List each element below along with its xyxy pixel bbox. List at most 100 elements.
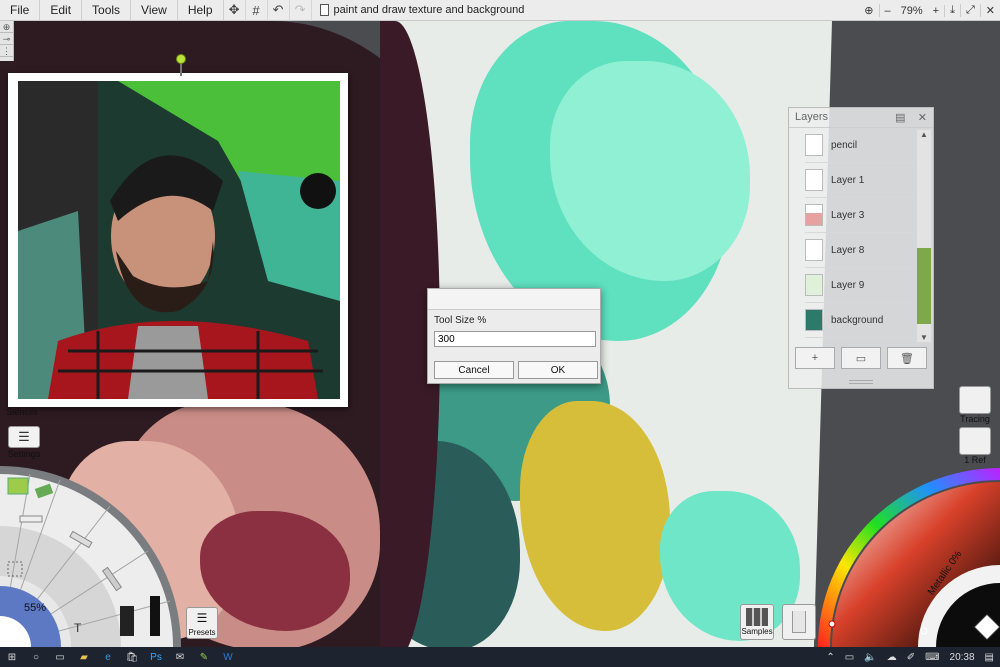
layer-thumbnail [805,239,823,261]
move-icon[interactable]: ✥ [224,0,246,21]
layer-row[interactable]: pencil [805,128,915,163]
edge-icon[interactable]: e [96,647,120,667]
pin-stem [180,62,182,76]
scroll-up-icon[interactable]: ▲ [917,130,931,139]
search-icon[interactable]: ○ [24,647,48,667]
tool-size-input[interactable] [434,331,596,347]
file-explorer-icon[interactable]: ▰ [72,647,96,667]
layers-close-icon[interactable]: ✕ [918,112,927,124]
layer-name: Layer 9 [831,279,865,291]
network-icon[interactable]: ☁ [887,652,897,663]
layers-scrollbar[interactable]: ▲ ▼ [917,130,931,342]
menu-view[interactable]: View [131,0,178,21]
paint-stroke [660,491,800,641]
add-layer-button[interactable]: + [795,347,835,369]
sliders-icon: ☰ [8,426,40,448]
artrage-icon[interactable]: ✎ [192,647,216,667]
close-icon[interactable]: ✕ [981,4,1000,17]
samples-label: Samples [741,627,773,636]
layers-panel: Layers ▤ ✕ pencil Layer 1 Layer 3 Layer … [788,107,934,389]
menu-edit[interactable]: Edit [40,0,83,21]
photoshop-icon[interactable]: Ps [144,647,168,667]
panel-grip[interactable] [849,380,873,384]
clock[interactable]: 20:38 [950,652,975,663]
export-icon[interactable]: ⤓ [945,4,961,17]
samples-button[interactable]: Samples [740,604,774,640]
layer-row[interactable]: Layer 1 [805,163,915,198]
pin-icon [959,427,991,455]
zoom-controls: ⊕ – 79% + ⤓ ⤢ ✕ [859,0,1000,21]
zoom-out-button[interactable]: – [880,5,896,17]
cup-icon[interactable] [782,604,816,640]
chevron-up-icon[interactable]: ⌃ [826,652,834,663]
presets-button[interactable]: ☰ Presets [186,607,218,639]
document-title: paint and draw texture and background [319,4,524,16]
layer-name: Layer 8 [831,244,865,256]
grid-icon[interactable]: # [246,0,268,21]
reference-label: 1 Ref [964,455,986,465]
layer-row[interactable]: Layer 3 [805,198,915,233]
redo-icon[interactable]: ↷ [290,0,312,21]
pen-icon[interactable]: ✐ [907,652,915,663]
add-pin-icon[interactable]: ⊕ [0,21,13,33]
pin-tools: ⊕ ⊸ ⋮ [0,21,14,61]
reference-button[interactable]: 1 Ref [958,427,992,465]
stencils-label: Stencils [6,407,38,417]
layer-thumbnail [805,204,823,226]
layer-row[interactable]: Layer 8 [805,233,915,268]
zoom-value: 79% [900,4,923,17]
tool-size-label: Tool Size % [434,315,487,326]
pin-menu-icon[interactable]: ⋮ [0,45,13,57]
dialog-titlebar[interactable] [428,289,600,310]
task-view-icon[interactable]: ▭ [48,647,72,667]
ok-button[interactable]: OK [518,361,598,379]
battery-icon[interactable]: ▭ [845,652,854,663]
layers-header: Layers ▤ ✕ [789,108,933,128]
scroll-down-icon[interactable]: ▼ [917,333,931,342]
artrage-window: File Edit Tools View Help ✥ # ↶ ↷ paint … [0,0,1000,667]
fullscreen-icon[interactable]: ⤢ [961,4,981,17]
text-tool-icon[interactable]: T [74,621,81,635]
layer-thumbnail [805,274,823,296]
color-picker[interactable]: Metallic 0% [818,468,1000,647]
menu-tools[interactable]: Tools [82,0,132,21]
pin-icon[interactable] [176,54,186,64]
layer-thumbnail [805,169,823,191]
reference-image[interactable] [8,73,348,407]
tracing-button[interactable]: Tracing [958,386,992,424]
layer-row[interactable]: Layer 9 [805,268,915,303]
trash-icon[interactable]: 🗑 [887,347,927,369]
settings-button[interactable]: ☰ Settings [6,426,42,459]
samples-icon [746,608,768,626]
menu-file[interactable]: File [0,0,41,21]
tool-picker[interactable]: 55% T [0,466,185,648]
layer-row[interactable]: background [805,303,915,338]
cancel-button[interactable]: Cancel [434,361,514,379]
layer-name: Layer 1 [831,174,865,186]
zoom-fit-icon[interactable]: ⊕ [859,4,880,17]
stencils-button[interactable]: Stencils [6,407,42,417]
tracing-label: Tracing [960,414,990,424]
windows-start-icon[interactable]: ⊞ [0,647,24,667]
scrollbar-thumb[interactable] [917,248,931,324]
layer-name: pencil [831,139,858,151]
layers-header-icons: ▤ ✕ [895,111,927,124]
menu-help[interactable]: Help [178,0,224,21]
undo-icon[interactable]: ↶ [268,0,290,21]
mail-icon[interactable]: ✉ [168,647,192,667]
keyboard-icon[interactable]: ⌨ [925,652,939,663]
taskbar: ⊞ ○ ▭ ▰ e 🛍 Ps ✉ ✎ W ⌃ ▭ 🔈 ☁ ✐ ⌨ 20:38 ▤ [0,647,1000,667]
folder-icon[interactable]: ▭ [841,347,881,369]
tool-size-dialog: Tool Size % Cancel OK [427,288,601,384]
reference-photo [18,81,340,399]
notifications-icon[interactable]: ▤ [985,652,994,663]
pin-slider-icon[interactable]: ⊸ [0,33,13,45]
zoom-in-button[interactable]: + [928,4,946,17]
layers-menu-icon[interactable]: ▤ [895,112,905,124]
tool-size-value[interactable]: 55% [24,602,46,614]
layer-thumbnail [805,309,823,331]
volume-icon[interactable]: 🔈 [864,652,876,663]
store-icon[interactable]: 🛍 [120,647,144,667]
word-icon[interactable]: W [216,647,240,667]
system-tray: ⌃ ▭ 🔈 ☁ ✐ ⌨ 20:38 ▤ [826,647,994,667]
